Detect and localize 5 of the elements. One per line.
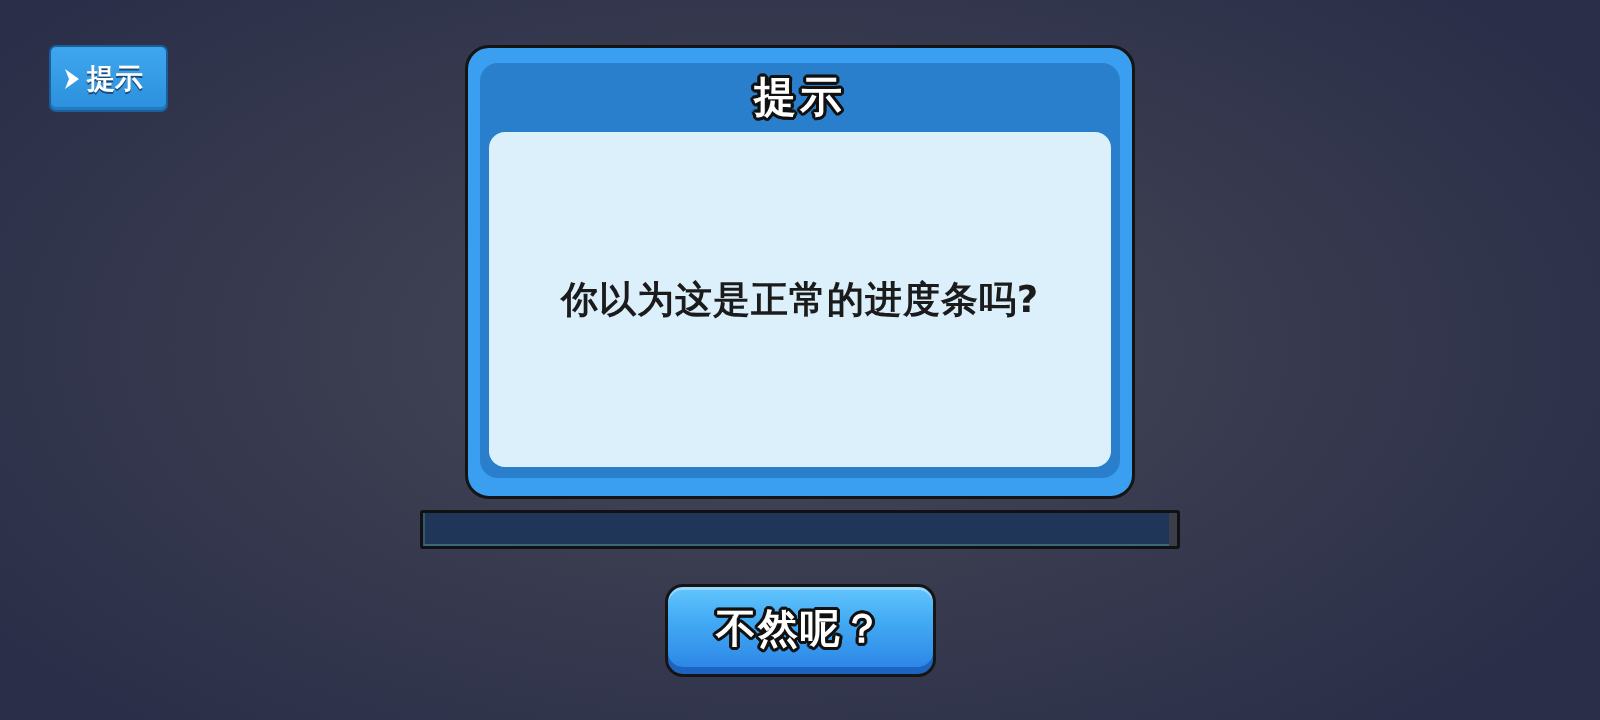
chevron-icon — [65, 68, 79, 89]
dialog-message: 你以为这是正常的进度条吗? — [560, 276, 1040, 323]
hint-button[interactable]: 提示 — [49, 45, 168, 112]
dialog-title: 提示 — [754, 74, 846, 121]
reply-button[interactable]: 不然呢？ — [664, 584, 936, 677]
